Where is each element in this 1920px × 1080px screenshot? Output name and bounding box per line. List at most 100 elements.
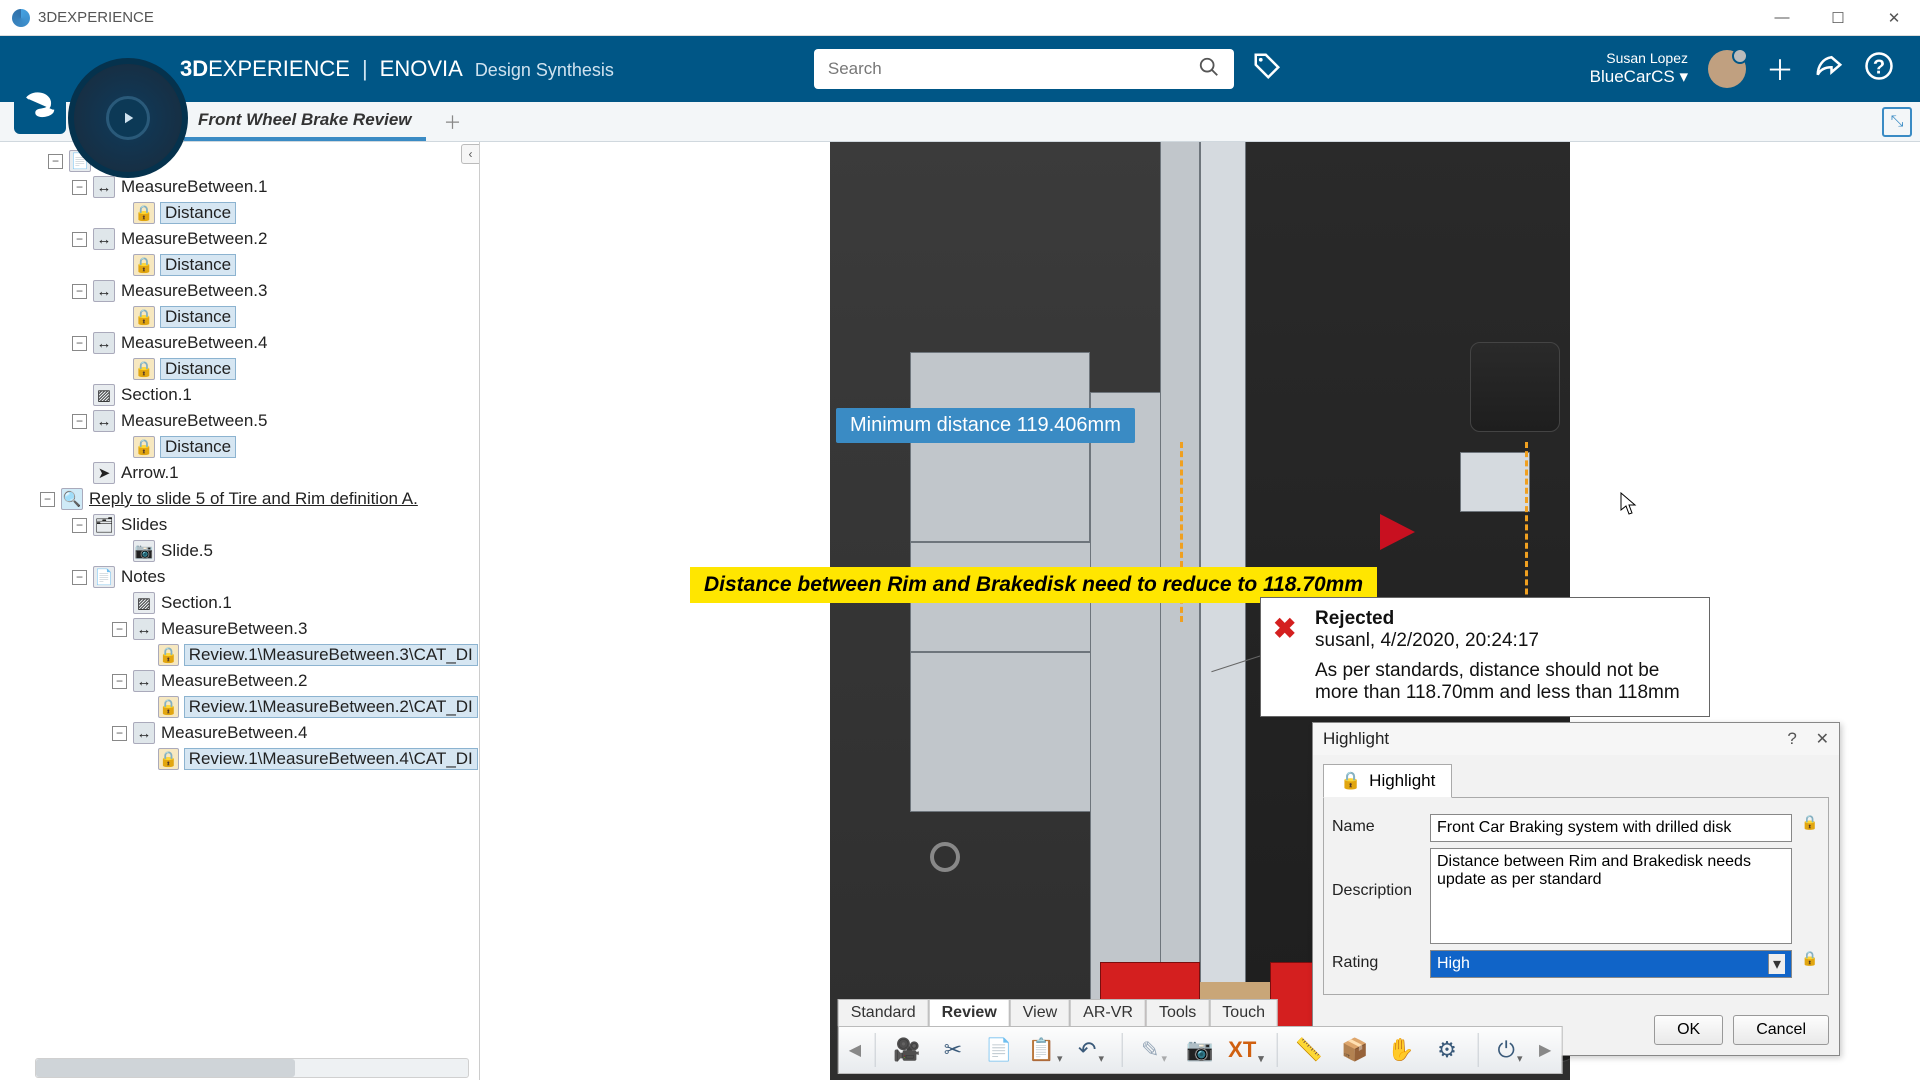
tree-node-reply[interactable]: −🔍Reply to slide 5 of Tire and Rim defin… xyxy=(40,486,469,512)
power-icon[interactable]: ⏻ xyxy=(1493,1033,1527,1067)
brand-enovia: ENOVIA xyxy=(380,56,463,82)
cancel-button[interactable]: Cancel xyxy=(1733,1015,1829,1045)
tree-label: MeasureBetween.2 xyxy=(121,229,267,249)
avatar[interactable] xyxy=(1708,50,1746,88)
tree-node-section1[interactable]: ▨Section.1 xyxy=(72,382,469,408)
dialog-close-button[interactable]: ✕ xyxy=(1816,731,1829,748)
btm-tab-tools[interactable]: Tools xyxy=(1146,999,1209,1026)
btm-tab-arvr[interactable]: AR-VR xyxy=(1070,999,1146,1026)
yellow-annotation-text: Distance between Rim and Brakedisk need … xyxy=(704,573,1363,596)
tab-add-button[interactable]: ＋ xyxy=(444,109,462,135)
tree-label: Review.1\MeasureBetween.2\CAT_DI xyxy=(189,697,473,716)
expand-right-icon[interactable]: ▶ xyxy=(1539,1040,1551,1060)
camera-icon[interactable]: 📷 xyxy=(1183,1033,1217,1067)
undo-icon[interactable]: ↶ xyxy=(1074,1033,1108,1067)
search-input[interactable]: Search xyxy=(814,49,1234,89)
copy-icon[interactable]: 📄 xyxy=(982,1033,1016,1067)
dialog-titlebar[interactable]: Highlight ? ✕ xyxy=(1313,723,1839,755)
tree-node-r-mb4[interactable]: −↔MeasureBetween.4 xyxy=(112,720,469,746)
user-block[interactable]: Susan Lopez BlueCarCS ▾ xyxy=(1590,50,1688,87)
input-description[interactable] xyxy=(1430,848,1792,944)
tree-node-mb4[interactable]: −↔MeasureBetween.4 xyxy=(72,330,469,356)
tag-icon[interactable] xyxy=(1252,51,1282,88)
paste-icon[interactable]: 📋 xyxy=(1028,1033,1062,1067)
tree-node-mb5[interactable]: −↔MeasureBetween.5 xyxy=(72,408,469,434)
btm-tab-touch[interactable]: Touch xyxy=(1209,999,1278,1026)
tree-node-dist[interactable]: 🔒Distance xyxy=(112,434,469,460)
select-rating[interactable]: High ▾ xyxy=(1430,950,1792,978)
tree-node-path[interactable]: 🔒Review.1\MeasureBetween.4\CAT_DI xyxy=(152,746,469,772)
maximize-button[interactable]: ☐ xyxy=(1824,4,1852,32)
dialog-tab-highlight[interactable]: 🔒 Highlight xyxy=(1323,764,1452,798)
logo-3ds[interactable] xyxy=(14,82,66,134)
help-icon[interactable]: ? xyxy=(1864,51,1894,88)
tree-node-mb2[interactable]: −↔MeasureBetween.2 xyxy=(72,226,469,252)
pencil-icon[interactable]: ✎ xyxy=(1137,1033,1171,1067)
tree-label: Review.1\MeasureBetween.4\CAT_DI xyxy=(189,749,473,768)
search-icon[interactable] xyxy=(1198,56,1220,83)
btm-tab-view[interactable]: View xyxy=(1010,999,1070,1026)
tree-label: MeasureBetween.5 xyxy=(121,411,267,431)
minimize-button[interactable]: — xyxy=(1768,4,1796,32)
tab-label: Front Wheel Brake Review xyxy=(198,110,412,130)
viewport-3d[interactable]: Minimum distance 119.406mm Distance betw… xyxy=(480,142,1920,1080)
tree-label: Section.1 xyxy=(121,385,192,405)
tree-node-slide5[interactable]: 📷Slide.5 xyxy=(112,538,469,564)
label-name: Name xyxy=(1332,814,1422,836)
tree-node-path[interactable]: 🔒Review.1\MeasureBetween.2\CAT_DI xyxy=(152,694,469,720)
tree-node-path[interactable]: 🔒Review.1\MeasureBetween.3\CAT_DI xyxy=(152,642,469,668)
lock-icon[interactable]: 🔒 xyxy=(1800,814,1820,831)
bottom-toolbar: Standard Review View AR-VR Tools Touch ◀… xyxy=(838,999,1563,1074)
tree-node-dist[interactable]: 🔒Distance xyxy=(112,252,469,278)
expand-left-icon[interactable]: ◀ xyxy=(849,1040,861,1060)
tree-label: MeasureBetween.2 xyxy=(161,671,307,691)
record-icon[interactable]: 🎥 xyxy=(890,1033,924,1067)
text-annotation-icon[interactable]: XT xyxy=(1229,1033,1263,1067)
tree-label: MeasureBetween.1 xyxy=(121,177,267,197)
app-title: 3DEXPERIENCE xyxy=(38,9,154,26)
fullscreen-icon[interactable]: ⤡ xyxy=(1882,107,1912,137)
dialog-help-button[interactable]: ? xyxy=(1787,729,1796,748)
tree-label: Slide.5 xyxy=(161,541,213,561)
btm-tab-standard[interactable]: Standard xyxy=(838,999,929,1026)
chevron-down-icon: ▾ xyxy=(1768,954,1785,974)
reject-icon: ✖ xyxy=(1273,612,1296,645)
input-name[interactable] xyxy=(1430,814,1792,842)
tree-node-slides[interactable]: −🗂Slides xyxy=(72,512,469,538)
tree-node-dist[interactable]: 🔒Distance xyxy=(112,356,469,382)
close-button[interactable]: ✕ xyxy=(1880,4,1908,32)
tree-label: Distance xyxy=(165,307,231,326)
box-icon[interactable]: 📦 xyxy=(1338,1033,1372,1067)
collapse-tree-button[interactable]: ‹ xyxy=(461,144,479,164)
add-icon[interactable]: ＋ xyxy=(1766,49,1794,89)
tab-review[interactable]: Front Wheel Brake Review xyxy=(184,102,426,141)
compass[interactable] xyxy=(68,58,188,178)
comment-box[interactable]: ✖ Rejected susanl, 4/2/2020, 20:24:17 As… xyxy=(1260,597,1710,717)
ok-button[interactable]: OK xyxy=(1654,1015,1723,1045)
tree-node-arrow1[interactable]: ➤Arrow.1 xyxy=(72,460,469,486)
ruler-icon[interactable]: 📏 xyxy=(1292,1033,1326,1067)
tree-node-notes2[interactable]: −📄Notes xyxy=(72,564,469,590)
hand-icon[interactable]: ✋ xyxy=(1384,1033,1418,1067)
tree-label: MeasureBetween.4 xyxy=(161,723,307,743)
cut-icon[interactable]: ✂ xyxy=(936,1033,970,1067)
tree-node-mb3[interactable]: −↔MeasureBetween.3 xyxy=(72,278,469,304)
brand-sub: Design Synthesis xyxy=(475,60,614,81)
gear-search-icon[interactable]: ⚙ xyxy=(1430,1033,1464,1067)
tree-node-section1b[interactable]: ▨Section.1 xyxy=(112,590,469,616)
tree-label: Reply to slide 5 of Tire and Rim definit… xyxy=(89,489,418,509)
share-icon[interactable] xyxy=(1814,51,1844,88)
tree-hscrollbar[interactable] xyxy=(35,1058,469,1078)
tree-node-dist[interactable]: 🔒Distance xyxy=(112,304,469,330)
mouse-cursor xyxy=(1620,492,1638,521)
tree-node-dist[interactable]: 🔒Distance xyxy=(112,200,469,226)
compass-play-icon[interactable] xyxy=(106,96,150,140)
svg-text:?: ? xyxy=(1873,56,1885,78)
tree-label: Notes xyxy=(121,567,165,587)
tree-node-r-mb2[interactable]: −↔MeasureBetween.2 xyxy=(112,668,469,694)
btm-tab-review[interactable]: Review xyxy=(929,999,1010,1026)
tree-node-r-mb3[interactable]: −↔MeasureBetween.3 xyxy=(112,616,469,642)
comment-body: As per standards, distance should not be… xyxy=(1315,660,1695,704)
tree-label: Section.1 xyxy=(161,593,232,613)
lock-icon[interactable]: 🔒 xyxy=(1800,950,1820,967)
